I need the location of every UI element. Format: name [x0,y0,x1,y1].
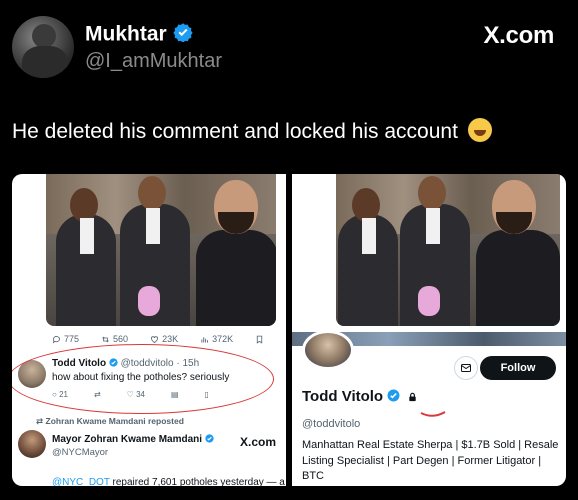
repost-count[interactable]: 560 [101,334,128,344]
heart-icon [151,335,158,343]
mention-link[interactable]: @NYC_DOT [52,477,110,486]
profile-name: Todd Vitolo [302,388,418,405]
repost-indicator: ⇄ Zohran Kwame Mamdani reposted [36,416,184,426]
quoted-avatar[interactable] [18,430,46,458]
author-name-text: Mukhtar [85,22,167,46]
media-image-left[interactable]: 775 560 23K 372K Todd Vitolo @toddvitolo… [12,174,286,486]
verified-badge-icon [172,22,193,48]
verified-badge-icon [205,434,214,443]
reply-icon [52,335,60,344]
tweet-text: He deleted his comment and locked his ac… [12,118,492,144]
profile-handle: @toddvitolo [302,418,361,430]
verified-badge-icon [387,389,400,402]
view-count[interactable]: 372K [200,334,233,344]
author-handle[interactable]: @I_amMukhtar [85,50,222,73]
repost-small-icon: ⇄ [36,416,44,426]
x-brand-watermark: X.com [239,435,276,449]
envelope-icon [461,364,471,372]
quoted-handle[interactable]: @NYCMayor [52,447,108,458]
lock-icon [409,392,417,402]
media-image-right[interactable]: Follow Todd Vitolo @toddvitolo Manhattan… [292,174,566,486]
author-avatar[interactable] [12,16,74,78]
red-circle-annotation [12,344,274,414]
follow-button[interactable]: Follow [480,356,556,380]
views-icon [201,336,209,342]
profile-bio: Manhattan Real Estate Sherpa | $1.7B Sol… [302,439,559,482]
street-photo [336,174,560,326]
repost-icon [102,336,109,342]
quoted-author[interactable]: Mayor Zohran Kwame Mamdani [52,434,214,445]
bookmark-icon[interactable] [255,335,264,344]
tweet-text-content: He deleted his comment and locked his ac… [12,120,458,143]
message-button[interactable] [454,356,478,380]
author-name[interactable]: Mukhtar [85,22,193,48]
like-count[interactable]: 23K [150,334,178,344]
quoted-text: @NYC_DOT repaired 7,601 potholes yesterd… [52,477,285,486]
rolling-laughing-emoji-icon [467,118,492,142]
reply-count[interactable]: 775 [52,334,79,344]
street-photo [46,174,276,326]
x-brand-logo: X.com [483,22,554,49]
profile-avatar[interactable] [302,330,354,370]
red-underline-annotation [420,411,446,417]
